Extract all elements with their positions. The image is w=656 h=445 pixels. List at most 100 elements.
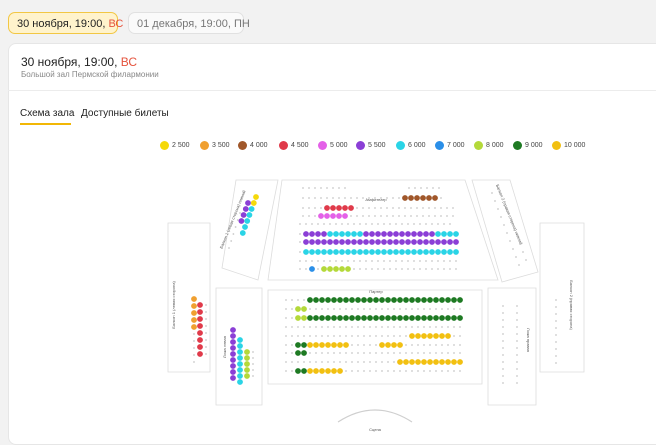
seat-available[interactable] xyxy=(246,212,253,218)
seat-available[interactable] xyxy=(385,342,391,348)
seat-available[interactable] xyxy=(373,297,379,303)
seat-available[interactable] xyxy=(342,213,348,219)
seat-available[interactable] xyxy=(242,206,249,212)
seat-available[interactable] xyxy=(445,333,451,339)
seat-available[interactable] xyxy=(230,351,236,357)
seat-available[interactable] xyxy=(411,239,417,245)
seat-available[interactable] xyxy=(240,212,247,218)
seat-available[interactable] xyxy=(309,249,315,255)
seat-available[interactable] xyxy=(357,249,363,255)
seat-available[interactable] xyxy=(357,231,363,237)
seat-available[interactable] xyxy=(415,333,421,339)
seat-available[interactable] xyxy=(191,303,197,309)
seat-available[interactable] xyxy=(445,359,451,365)
seat-available[interactable] xyxy=(429,231,435,237)
seat-available[interactable] xyxy=(315,231,321,237)
date-tab-nov-30[interactable]: 30 ноября, 19:00, ВС xyxy=(8,12,123,34)
seat-available[interactable] xyxy=(309,266,315,272)
seat-available[interactable] xyxy=(381,231,387,237)
seat-available[interactable] xyxy=(319,315,325,321)
seat-available[interactable] xyxy=(427,297,433,303)
seat-available[interactable] xyxy=(301,342,307,348)
seat-available[interactable] xyxy=(375,239,381,245)
seat-available[interactable] xyxy=(369,239,375,245)
legend-item[interactable]: 4 000 xyxy=(238,139,268,151)
seat-available[interactable] xyxy=(244,361,250,367)
seat-available[interactable] xyxy=(445,315,451,321)
seat-available[interactable] xyxy=(244,355,250,361)
seat-available[interactable] xyxy=(399,239,405,245)
seat-available[interactable] xyxy=(301,368,307,374)
seat-available[interactable] xyxy=(379,315,385,321)
seat-available[interactable] xyxy=(363,249,369,255)
seat-available[interactable] xyxy=(191,324,197,330)
seat-available[interactable] xyxy=(343,315,349,321)
seat-available[interactable] xyxy=(307,315,313,321)
legend-item[interactable]: 10 000 xyxy=(552,139,585,151)
seat-available[interactable] xyxy=(445,297,451,303)
seat-available[interactable] xyxy=(397,315,403,321)
seat-available[interactable] xyxy=(447,249,453,255)
seat-available[interactable] xyxy=(409,333,415,339)
seat-available[interactable] xyxy=(313,368,319,374)
seat-available[interactable] xyxy=(301,315,307,321)
seat-available[interactable] xyxy=(439,315,445,321)
seat-available[interactable] xyxy=(237,337,243,343)
seat-available[interactable] xyxy=(197,316,203,322)
seat-available[interactable] xyxy=(313,297,319,303)
seat-available[interactable] xyxy=(313,342,319,348)
seat-available[interactable] xyxy=(197,309,203,315)
seat-available[interactable] xyxy=(405,239,411,245)
seat-available[interactable] xyxy=(399,249,405,255)
seat-available[interactable] xyxy=(393,249,399,255)
seat-available[interactable] xyxy=(361,315,367,321)
legend-item[interactable]: 5 000 xyxy=(318,139,348,151)
seat-available[interactable] xyxy=(385,297,391,303)
seat-available[interactable] xyxy=(451,315,457,321)
seat-available[interactable] xyxy=(415,359,421,365)
seat-available[interactable] xyxy=(453,231,459,237)
seat-available[interactable] xyxy=(333,266,339,272)
seat-available[interactable] xyxy=(191,296,197,302)
seat-available[interactable] xyxy=(237,343,243,349)
seat-available[interactable] xyxy=(381,239,387,245)
seat-available[interactable] xyxy=(345,239,351,245)
seat-available[interactable] xyxy=(381,249,387,255)
seat-available[interactable] xyxy=(345,249,351,255)
date-tab-dec-01[interactable]: 01 декабря, 19:00, ПН xyxy=(128,12,250,34)
seat-available[interactable] xyxy=(345,231,351,237)
seat-available[interactable] xyxy=(391,297,397,303)
seat-available[interactable] xyxy=(325,342,331,348)
seat-available[interactable] xyxy=(237,379,243,385)
seat-available[interactable] xyxy=(343,342,349,348)
seat-available[interactable] xyxy=(230,375,236,381)
seat-available[interactable] xyxy=(417,231,423,237)
seat-available[interactable] xyxy=(339,266,345,272)
seat-available[interactable] xyxy=(409,315,415,321)
seat-available[interactable] xyxy=(403,297,409,303)
seat-available[interactable] xyxy=(379,297,385,303)
seat-available[interactable] xyxy=(327,249,333,255)
seat-available[interactable] xyxy=(295,368,301,374)
seat-available[interactable] xyxy=(343,297,349,303)
seat-available[interactable] xyxy=(321,266,327,272)
seat-available[interactable] xyxy=(324,205,330,211)
seat-available[interactable] xyxy=(197,351,203,357)
seat-available[interactable] xyxy=(331,315,337,321)
seat-available[interactable] xyxy=(402,195,408,201)
seat-available[interactable] xyxy=(432,195,438,201)
seat-available[interactable] xyxy=(453,249,459,255)
seat-available[interactable] xyxy=(369,231,375,237)
seat-available[interactable] xyxy=(331,297,337,303)
seat-available[interactable] xyxy=(318,213,324,219)
seat-available[interactable] xyxy=(373,315,379,321)
seat-available[interactable] xyxy=(295,342,301,348)
seat-available[interactable] xyxy=(339,239,345,245)
seat-available[interactable] xyxy=(242,224,248,230)
seat-available[interactable] xyxy=(244,367,250,373)
seat-available[interactable] xyxy=(230,333,236,339)
seat-available[interactable] xyxy=(441,249,447,255)
seat-available[interactable] xyxy=(421,359,427,365)
seat-available[interactable] xyxy=(313,315,319,321)
seat-available[interactable] xyxy=(351,231,357,237)
